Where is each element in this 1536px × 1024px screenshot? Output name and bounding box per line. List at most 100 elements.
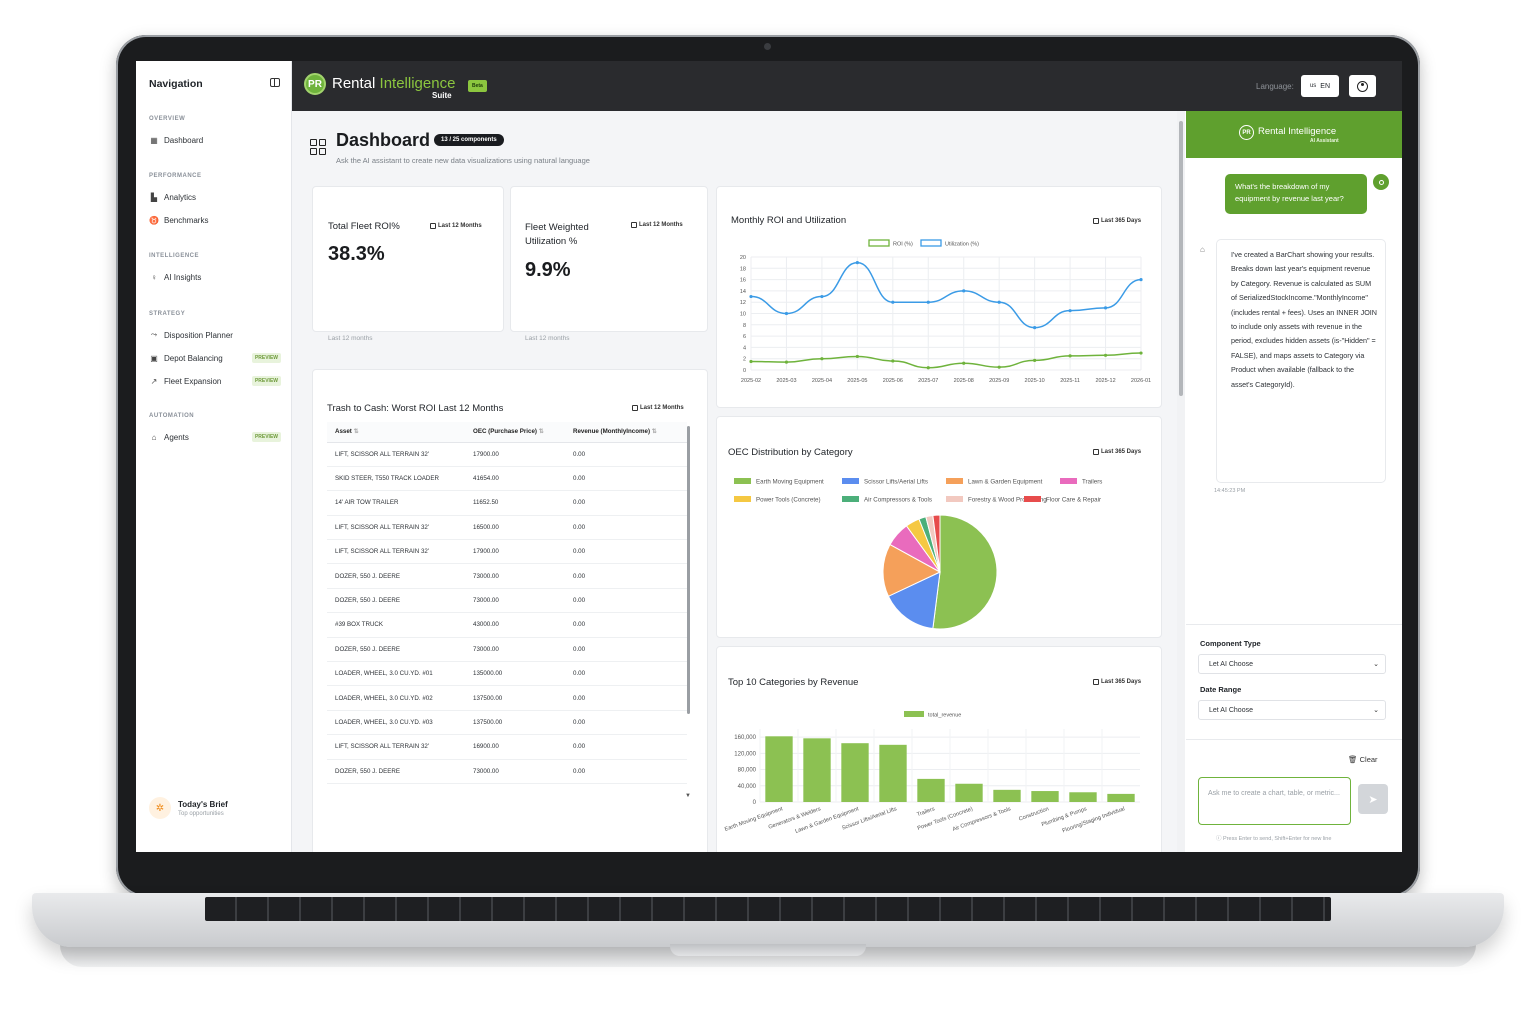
components-badge: 13 / 25 components	[434, 134, 504, 146]
revenue-cell: 0.00	[565, 515, 687, 541]
x-tick-label: 2025-04	[812, 378, 832, 384]
oec-cell: 41654.00	[465, 466, 565, 492]
period-label: Last 12 Months	[639, 222, 683, 228]
data-point	[784, 311, 789, 316]
column-header-oec[interactable]: OEC (Purchase Price) ⇅	[465, 422, 565, 443]
asset-cell: 14' AIR TOW TRAILER	[327, 490, 465, 516]
table-row[interactable]: LIFT, SCISSOR ALL TERRAIN 32' 17900.00 0.0…	[327, 442, 687, 467]
date-range-select[interactable]: Let AI Choose ⌄	[1198, 700, 1386, 720]
main-scrollbar[interactable]	[1177, 111, 1185, 852]
series-line-1	[750, 261, 1142, 329]
preview-badge: PREVIEW	[251, 376, 281, 386]
bar	[1107, 793, 1135, 802]
sidebar-item-agents[interactable]: ⌂ Agents PREVIEW	[149, 430, 283, 444]
x-tick-label: 2026-01	[1131, 378, 1151, 384]
period-badge: Last 12 Months	[632, 405, 684, 411]
asset-cell: DOZER, 550 J. DEERE	[327, 588, 465, 614]
hint-text: Press Enter to send, Shift+Enter for new…	[1223, 836, 1332, 842]
period-label: Last 365 Days	[1101, 679, 1142, 685]
data-point	[1068, 354, 1072, 358]
sidebar-item-label: Benchmarks	[164, 215, 209, 225]
clear-button[interactable]: 🗑 Clear	[1348, 755, 1378, 764]
section-automation: AUTOMATION	[149, 413, 195, 419]
dashboard-icon	[310, 139, 326, 155]
legend-label: Scissor Lifts/Aerial Lifts	[864, 479, 928, 486]
send-button[interactable]: ➤	[1358, 784, 1388, 814]
oec-cell: 137500.00	[465, 710, 565, 736]
sidebar-item-benchmarks[interactable]: ♉ Benchmarks	[149, 213, 283, 227]
data-point	[1033, 358, 1037, 362]
table-row[interactable]: DOZER, 550 J. DEERE 73000.00 0.00	[327, 637, 687, 663]
table-row[interactable]: 14' AIR TOW TRAILER 11652.50 0.00	[327, 490, 687, 516]
sort-icon: ⇅	[651, 428, 657, 436]
table-row[interactable]: SKID STEER, T550 TRACK LOADER 41654.00 0.0…	[327, 466, 687, 492]
table-row[interactable]: LOADER, WHEEL, 3.0 CU.YD. #02 137500.00 0.…	[327, 685, 687, 711]
section-intelligence: INTELLIGENCE	[149, 253, 200, 259]
sidebar-item-ai-insights[interactable]: ♀ AI Insights	[149, 270, 283, 284]
todays-brief[interactable]: ✲ Today's Brief Top opportunities	[149, 797, 228, 819]
bar	[1031, 791, 1059, 802]
column-header-revenue[interactable]: Revenue (MonthlyIncome) ⇅	[565, 422, 687, 443]
table-row[interactable]: LIFT, SCISSOR ALL TERRAIN 32' 16900.00 0.0…	[327, 734, 687, 760]
data-point	[962, 361, 966, 365]
sidebar-item-fleet-expansion[interactable]: ↗ Fleet Expansion PREVIEW	[149, 374, 283, 388]
sidebar-item-dashboard[interactable]: ▦ Dashboard	[149, 133, 283, 147]
card-title: Trash to Cash: Worst ROI Last 12 Months	[327, 403, 504, 414]
table-row[interactable]: DOZER, 550 J. DEERE 73000.00 0.00	[327, 588, 687, 614]
main-content: Dashboard 13 / 25 components Ask the AI …	[292, 111, 1177, 852]
sidebar-item-depot-balancing[interactable]: ▣ Depot Balancing PREVIEW	[149, 351, 283, 365]
table-scrollbar[interactable]	[687, 426, 690, 714]
oec-cell: 16900.00	[465, 734, 565, 760]
bar-chart-icon: ▙	[150, 192, 158, 202]
brief-title: Today's Brief	[178, 799, 228, 809]
user-account-button[interactable]	[1349, 75, 1376, 97]
x-tick-label: 2025-05	[847, 378, 867, 384]
logo-word-2: Intelligence	[379, 75, 456, 92]
scroll-down-icon[interactable]: ▼	[685, 793, 691, 799]
table-row[interactable]: DOZER, 550 J. DEERE 73000.00 0.00	[327, 563, 687, 589]
bar	[803, 738, 831, 802]
data-point	[997, 365, 1001, 369]
brief-subtitle: Top opportunities	[178, 810, 224, 817]
trophy-icon: ♉	[149, 215, 159, 225]
table-row[interactable]: LOADER, WHEEL, 3.0 CU.YD. #01 135000.00 0.…	[327, 661, 687, 687]
sidebar-item-label: Agents	[164, 432, 189, 442]
calendar-icon	[632, 405, 638, 411]
legend-label: Floor Care & Repair	[1046, 497, 1101, 504]
kpi-footer: Last 12 months	[328, 335, 373, 342]
table-row[interactable]: LIFT, SCISSOR ALL TERRAIN 32' 16500.00 0.0…	[327, 515, 687, 541]
y-tick-label: 0	[743, 368, 746, 374]
table-row[interactable]: #39 BOX TRUCK 43000.00 0.00	[327, 612, 687, 638]
scrollbar-thumb[interactable]	[1179, 121, 1183, 396]
sidebar-collapse-icon[interactable]	[270, 78, 280, 87]
table-row[interactable]: LOADER, WHEEL, 3.0 CU.YD. #03 137500.00 0.…	[327, 710, 687, 736]
sidebar-item-analytics[interactable]: ▙ Analytics	[149, 190, 283, 204]
data-point	[962, 289, 966, 293]
table-row[interactable]: LIFT, SCISSOR ALL TERRAIN 32' 17900.00 0.0…	[327, 539, 687, 565]
period-label: Last 365 Days	[1101, 218, 1142, 224]
sidebar-item-disposition-planner[interactable]: ⤳ Disposition Planner	[149, 328, 283, 342]
data-point	[1103, 306, 1108, 310]
select-value: Let AI Choose	[1209, 706, 1253, 714]
legend-label: Power Tools (Concrete)	[756, 497, 821, 504]
data-point	[1139, 278, 1143, 282]
data-point	[784, 360, 789, 364]
x-tick-label: 2025-09	[989, 378, 1009, 384]
revenue-cell: 0.00	[565, 466, 687, 492]
kpi-value: 9.9%	[525, 259, 571, 281]
language-select[interactable]: us EN	[1301, 75, 1339, 97]
data-point	[891, 359, 895, 363]
chat-input[interactable]: Ask me to create a chart, table, or metr…	[1198, 777, 1351, 825]
data-point	[926, 366, 930, 370]
bar	[765, 736, 793, 802]
y-tick-label: 120,000	[734, 751, 756, 757]
asset-cell: DOZER, 550 J. DEERE	[327, 563, 465, 589]
column-header-asset[interactable]: Asset ⇅	[327, 422, 465, 443]
preview-badge: PREVIEW	[251, 432, 281, 442]
revenue-cell: 0.00	[565, 759, 687, 784]
asset-cell: LOADER, WHEEL, 3.0 CU.YD. #01	[327, 661, 465, 687]
period-label: Last 12 Months	[640, 405, 684, 411]
sidebar-item-label: Fleet Expansion	[164, 376, 222, 386]
component-type-select[interactable]: Let AI Choose ⌄	[1198, 654, 1386, 674]
table-row[interactable]: DOZER, 550 J. DEERE 73000.00 0.00	[327, 759, 687, 784]
